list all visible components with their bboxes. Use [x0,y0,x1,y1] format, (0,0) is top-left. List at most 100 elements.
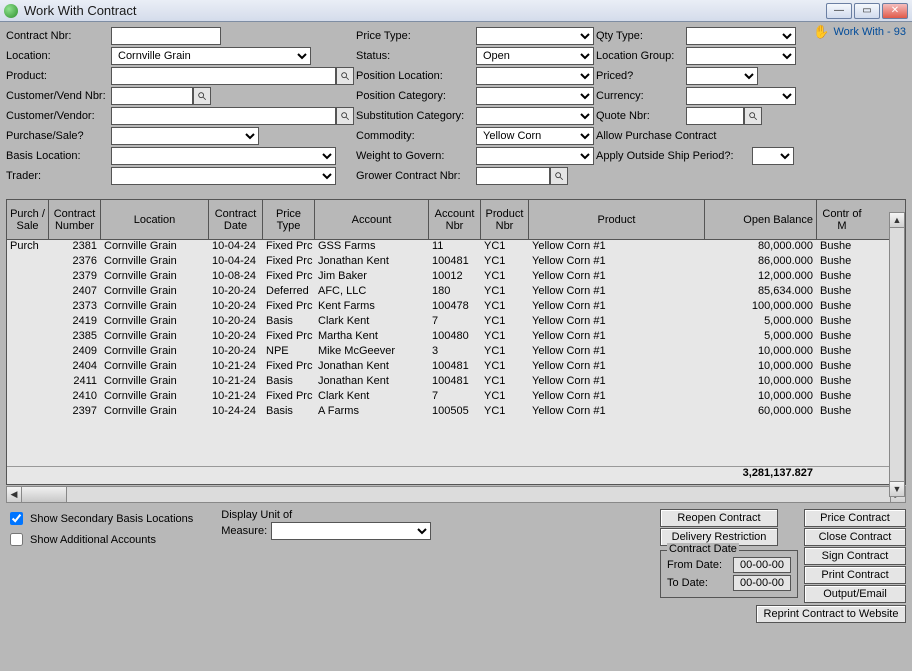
grower-contract-lookup-icon[interactable] [550,167,568,185]
display-unit-group: Display Unit of Measure: [221,509,431,623]
status-select[interactable]: Open [476,47,594,65]
table-row[interactable]: 2373Cornville Grain10-20-24Fixed PrcKent… [7,300,905,315]
grower-contract-nbr-input[interactable] [476,167,550,185]
reopen-contract-button[interactable]: Reopen Contract [660,509,778,527]
currency-select[interactable] [686,87,796,105]
maximize-button[interactable]: ▭ [854,3,880,19]
allow-purchase-label: Allow Purchase Contract [596,130,716,142]
grid-body[interactable]: Purch2381Cornville Grain10-04-24Fixed Pr… [7,240,905,466]
col-account-nbr[interactable]: Account Nbr [429,200,481,239]
contract-date-legend: Contract Date [667,543,739,555]
display-unit-select[interactable] [271,522,431,540]
table-row[interactable]: 2404Cornville Grain10-21-24Fixed PrcJona… [7,360,905,375]
grid-totals-row: 3,281,137.827 [7,466,905,484]
table-row[interactable]: 2407Cornville Grain10-20-24DeferredAFC, … [7,285,905,300]
scroll-up-icon[interactable]: ▲ [890,213,904,228]
table-cell [7,345,49,360]
close-contract-button[interactable]: Close Contract [804,528,906,546]
cust-vend-nbr-label: Customer/Vend Nbr: [6,90,111,102]
table-cell: Yellow Corn #1 [529,285,705,300]
table-cell: Yellow Corn #1 [529,345,705,360]
show-additional-checkbox[interactable] [10,533,23,546]
table-cell: Cornville Grain [101,300,209,315]
product-input[interactable] [111,67,336,85]
col-price-type[interactable]: Price Type [263,200,315,239]
close-button[interactable]: ✕ [882,3,908,19]
trader-select[interactable] [111,167,336,185]
col-unit-measure[interactable]: Contr of M [817,200,867,239]
quote-nbr-lookup-icon[interactable] [744,107,762,125]
table-row[interactable]: 2409Cornville Grain10-20-24NPEMike McGee… [7,345,905,360]
weight-govern-select[interactable] [476,147,594,165]
table-cell: 10,000.000 [705,345,817,360]
quote-nbr-label: Quote Nbr: [596,110,686,122]
col-product-nbr[interactable]: Product Nbr [481,200,529,239]
table-cell: GSS Farms [315,240,429,255]
position-location-select[interactable] [476,67,594,85]
from-date-value[interactable]: 00-00-00 [733,557,791,573]
price-contract-button[interactable]: Price Contract [804,509,906,527]
table-row[interactable]: Purch2381Cornville Grain10-04-24Fixed Pr… [7,240,905,255]
cust-vend-nbr-input[interactable] [111,87,193,105]
table-row[interactable]: 2410Cornville Grain10-21-24Fixed PrcClar… [7,390,905,405]
col-location[interactable]: Location [101,200,209,239]
table-row[interactable]: 2397Cornville Grain10-24-24BasisA Farms1… [7,405,905,420]
position-category-select[interactable] [476,87,594,105]
basis-location-select[interactable] [111,147,336,165]
table-row[interactable]: 2411Cornville Grain10-21-24BasisJonathan… [7,375,905,390]
table-cell: Cornville Grain [101,360,209,375]
horizontal-scrollbar[interactable]: ◀ ▶ [6,486,906,503]
col-product[interactable]: Product [529,200,705,239]
col-purch-sale[interactable]: Purch / Sale [7,200,49,239]
commodity-select[interactable]: Yellow Corn [476,127,594,145]
location-select[interactable]: Cornville Grain [111,47,311,65]
table-cell: YC1 [481,285,529,300]
col-contract-number[interactable]: Contract Number [49,200,101,239]
priced-select[interactable] [686,67,758,85]
substitution-category-select[interactable] [476,107,594,125]
table-row[interactable]: 2379Cornville Grain10-08-24Fixed PrcJim … [7,270,905,285]
show-secondary-checkbox[interactable] [10,512,23,525]
table-cell: YC1 [481,375,529,390]
output-email-button[interactable]: Output/Email [804,585,906,603]
vertical-scrollbar[interactable]: ▲ ▼ [889,212,905,497]
table-row[interactable]: 2385Cornville Grain10-20-24Fixed PrcMart… [7,330,905,345]
contract-nbr-label: Contract Nbr: [6,30,111,42]
table-cell: Cornville Grain [101,270,209,285]
col-open-balance[interactable]: Open Balance [705,200,817,239]
contract-nbr-input[interactable] [111,27,221,45]
col-account[interactable]: Account [315,200,429,239]
table-row[interactable]: 2419Cornville Grain10-20-24BasisClark Ke… [7,315,905,330]
right-action-col: Price Contract Close Contract Sign Contr… [804,509,906,623]
price-type-select[interactable] [476,27,594,45]
apply-outside-select[interactable] [752,147,794,165]
table-cell: 2373 [49,300,101,315]
cust-vend-nbr-lookup-icon[interactable] [193,87,211,105]
scroll-thumb[interactable] [22,487,67,502]
purchase-sale-select[interactable] [111,127,259,145]
cust-vendor-input[interactable] [111,107,336,125]
print-contract-button[interactable]: Print Contract [804,566,906,584]
table-row[interactable]: 2376Cornville Grain10-04-24Fixed PrcJona… [7,255,905,270]
quote-nbr-input[interactable] [686,107,744,125]
scroll-left-icon[interactable]: ◀ [7,487,22,502]
location-group-select[interactable] [686,47,796,65]
sign-contract-button[interactable]: Sign Contract [804,547,906,565]
currency-label: Currency: [596,90,686,102]
position-category-label: Position Category: [356,90,476,102]
table-cell: Mike McGeever [315,345,429,360]
cust-vendor-lookup-icon[interactable] [336,107,354,125]
table-cell: Yellow Corn #1 [529,330,705,345]
table-cell: Bushe [817,375,867,390]
reprint-website-button[interactable]: Reprint Contract to Website [756,605,906,623]
col-contract-date[interactable]: Contract Date [209,200,263,239]
product-lookup-icon[interactable] [336,67,354,85]
qty-type-select[interactable] [686,27,796,45]
table-cell: YC1 [481,300,529,315]
minimize-button[interactable]: — [826,3,852,19]
app-icon [4,4,18,18]
table-cell: AFC, LLC [315,285,429,300]
scroll-down-icon[interactable]: ▼ [890,481,904,496]
table-cell: Yellow Corn #1 [529,300,705,315]
to-date-value[interactable]: 00-00-00 [733,575,791,591]
